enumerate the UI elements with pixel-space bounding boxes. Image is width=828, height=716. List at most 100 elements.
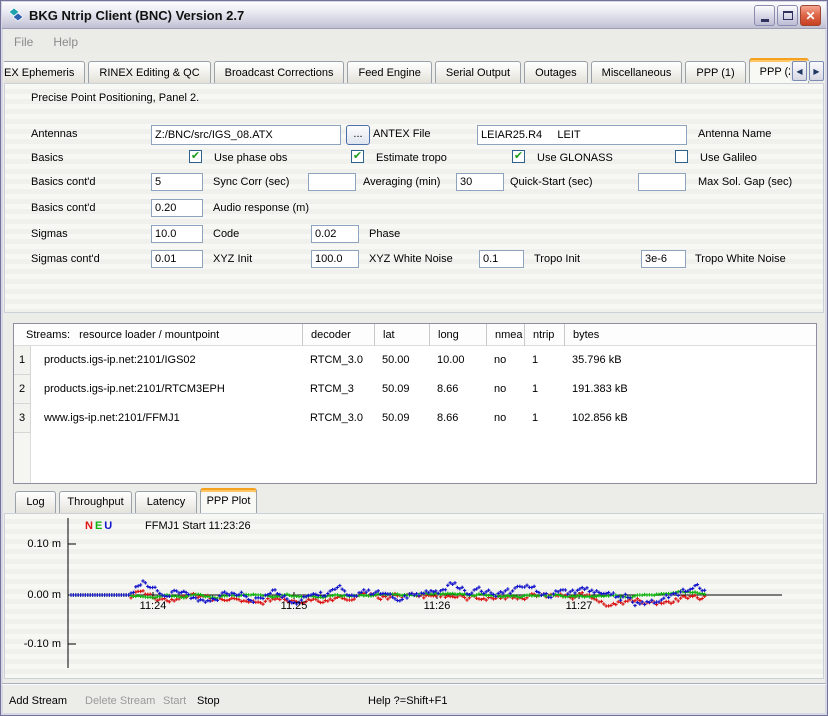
audio-response-input[interactable]: [151, 199, 203, 217]
menu-bar: File Help: [4, 29, 824, 54]
table-row[interactable]: 2 products.igs-ip.net:2101/RTCM3EPH RTCM…: [14, 375, 816, 404]
add-stream-button[interactable]: Add Stream: [9, 695, 67, 707]
tab-rinex-ephemeris[interactable]: IEX Ephemeris: [4, 61, 85, 83]
header-mountpoint: Streams: resource loader / mountpoint: [14, 324, 302, 346]
tab-scroll-right-button[interactable]: ▶: [809, 61, 824, 81]
window-title: BKG Ntrip Client (BNC) Version 2.7: [29, 8, 244, 23]
cell-decoder: RTCM_3.0: [302, 346, 374, 375]
use-galileo-checkbox[interactable]: [675, 150, 688, 163]
antennas-label: Antennas: [31, 128, 77, 140]
panel-heading: Precise Point Positioning, Panel 2.: [31, 92, 199, 104]
tab-serial-output[interactable]: Serial Output: [435, 61, 521, 83]
tab-scroll-left-button[interactable]: ◀: [792, 61, 807, 81]
legend-e: E: [95, 520, 102, 532]
header-decoder: decoder: [302, 324, 374, 346]
maximize-button[interactable]: [777, 5, 798, 26]
y-tick-m010: -0.10 m: [9, 638, 61, 650]
max-sol-gap-input[interactable]: [638, 173, 686, 191]
top-tab-bar: IEX Ephemeris RINEX Editing & QC Broadca…: [4, 57, 824, 83]
ppp-plot-chart: [5, 514, 825, 678]
cell-mountpoint: www.igs-ip.net:2101/FFMJ1: [32, 404, 302, 433]
tab-throughput[interactable]: Throughput: [59, 491, 132, 514]
tropo-init-input[interactable]: [479, 250, 524, 268]
cell-ntrip: 1: [524, 346, 564, 375]
streams-table: Streams: resource loader / mountpoint de…: [13, 323, 817, 484]
cell-nmea: no: [486, 404, 524, 433]
tab-miscellaneous[interactable]: Miscellaneous: [591, 61, 683, 83]
y-tick-000: 0.00 m: [9, 589, 61, 601]
stop-button[interactable]: Stop: [197, 695, 220, 707]
tab-broadcast-corrections[interactable]: Broadcast Corrections: [214, 61, 345, 83]
header-nmea: nmea: [486, 324, 524, 346]
tab-latency[interactable]: Latency: [135, 491, 197, 514]
chevron-left-icon: ◀: [796, 67, 802, 76]
antex-browse-button[interactable]: ...: [346, 125, 370, 145]
antenna-name-input[interactable]: [477, 125, 687, 145]
sigma-code-input[interactable]: [151, 225, 203, 243]
status-divider-highlight: [2, 684, 826, 685]
row-number: 1: [14, 346, 31, 375]
estimate-tropo-checkbox[interactable]: [351, 150, 364, 163]
tab-ppp-1[interactable]: PPP (1): [685, 61, 745, 83]
tab-feed-engine[interactable]: Feed Engine: [347, 61, 431, 83]
antenna-name-label: Antenna Name: [698, 128, 771, 140]
xyz-init-label: XYZ Init: [213, 253, 252, 265]
sync-corr-label: Sync Corr (sec): [213, 176, 289, 188]
row-number: 2: [14, 375, 31, 404]
sigma-phase-label: Phase: [369, 228, 400, 240]
x-tick-1125: 11:25: [274, 600, 314, 612]
averaging-input[interactable]: [308, 173, 356, 191]
cell-lat: 50.09: [374, 404, 429, 433]
cell-nmea: no: [486, 375, 524, 404]
close-button[interactable]: ✕: [800, 5, 821, 26]
ppp-plot-panel: 0.10 m 0.00 m -0.10 m 11:24 11:25 11:26 …: [4, 513, 824, 679]
xyz-init-input[interactable]: [151, 250, 203, 268]
plot-legend: NEU: [85, 520, 112, 532]
averaging-label: Averaging (min): [363, 176, 440, 188]
quick-start-input[interactable]: [456, 173, 504, 191]
plot-title: FFMJ1 Start 11:23:26: [145, 520, 251, 532]
help-hint: Help ?=Shift+F1: [368, 695, 448, 707]
cell-mountpoint: products.igs-ip.net:2101/IGS02: [32, 346, 302, 375]
app-window: BKG Ntrip Client (BNC) Version 2.7 ✕ Fil…: [0, 0, 828, 716]
cell-bytes: 191.383 kB: [564, 375, 814, 404]
row-number: 3: [14, 404, 31, 433]
legend-u: U: [104, 520, 112, 532]
sigma-phase-input[interactable]: [311, 225, 359, 243]
sigma-code-label: Code: [213, 228, 239, 240]
table-row[interactable]: 1 products.igs-ip.net:2101/IGS02 RTCM_3.…: [14, 346, 816, 375]
delete-stream-button[interactable]: Delete Stream: [85, 695, 155, 707]
tropo-white-noise-input[interactable]: [641, 250, 686, 268]
estimate-tropo-label: Estimate tropo: [376, 152, 447, 164]
table-row[interactable]: 3 www.igs-ip.net:2101/FFMJ1 RTCM_3.0 50.…: [14, 404, 816, 433]
cell-nmea: no: [486, 346, 524, 375]
tab-rinex-editing-qc[interactable]: RINEX Editing & QC: [88, 61, 210, 83]
cell-long: 8.66: [429, 404, 486, 433]
quick-start-label: Quick-Start (sec): [510, 176, 593, 188]
header-lat: lat: [374, 324, 429, 346]
legend-n: N: [85, 520, 93, 532]
y-tick-010: 0.10 m: [9, 538, 61, 550]
use-phase-obs-checkbox[interactable]: [189, 150, 202, 163]
tab-ppp-plot[interactable]: PPP Plot: [200, 488, 257, 514]
start-button[interactable]: Start: [163, 695, 186, 707]
xyz-white-noise-label: XYZ White Noise: [369, 253, 453, 265]
menu-file[interactable]: File: [4, 35, 43, 49]
tropo-white-noise-label: Tropo White Noise: [695, 253, 786, 265]
cell-ntrip: 1: [524, 375, 564, 404]
max-sol-gap-label: Max Sol. Gap (sec): [698, 176, 792, 188]
maximize-icon: [783, 11, 793, 20]
cell-ntrip: 1: [524, 404, 564, 433]
cell-bytes: 102.856 kB: [564, 404, 814, 433]
menu-help[interactable]: Help: [43, 35, 88, 49]
antex-file-input[interactable]: [151, 125, 341, 145]
xyz-white-noise-input[interactable]: [311, 250, 359, 268]
sync-corr-input[interactable]: [151, 173, 203, 191]
minimize-button[interactable]: [754, 5, 775, 26]
tab-log[interactable]: Log: [15, 491, 56, 514]
tab-outages[interactable]: Outages: [524, 61, 588, 83]
title-bar[interactable]: BKG Ntrip Client (BNC) Version 2.7 ✕: [2, 2, 826, 29]
cell-lat: 50.09: [374, 375, 429, 404]
x-tick-1124: 11:24: [133, 600, 173, 612]
use-glonass-checkbox[interactable]: [512, 150, 525, 163]
